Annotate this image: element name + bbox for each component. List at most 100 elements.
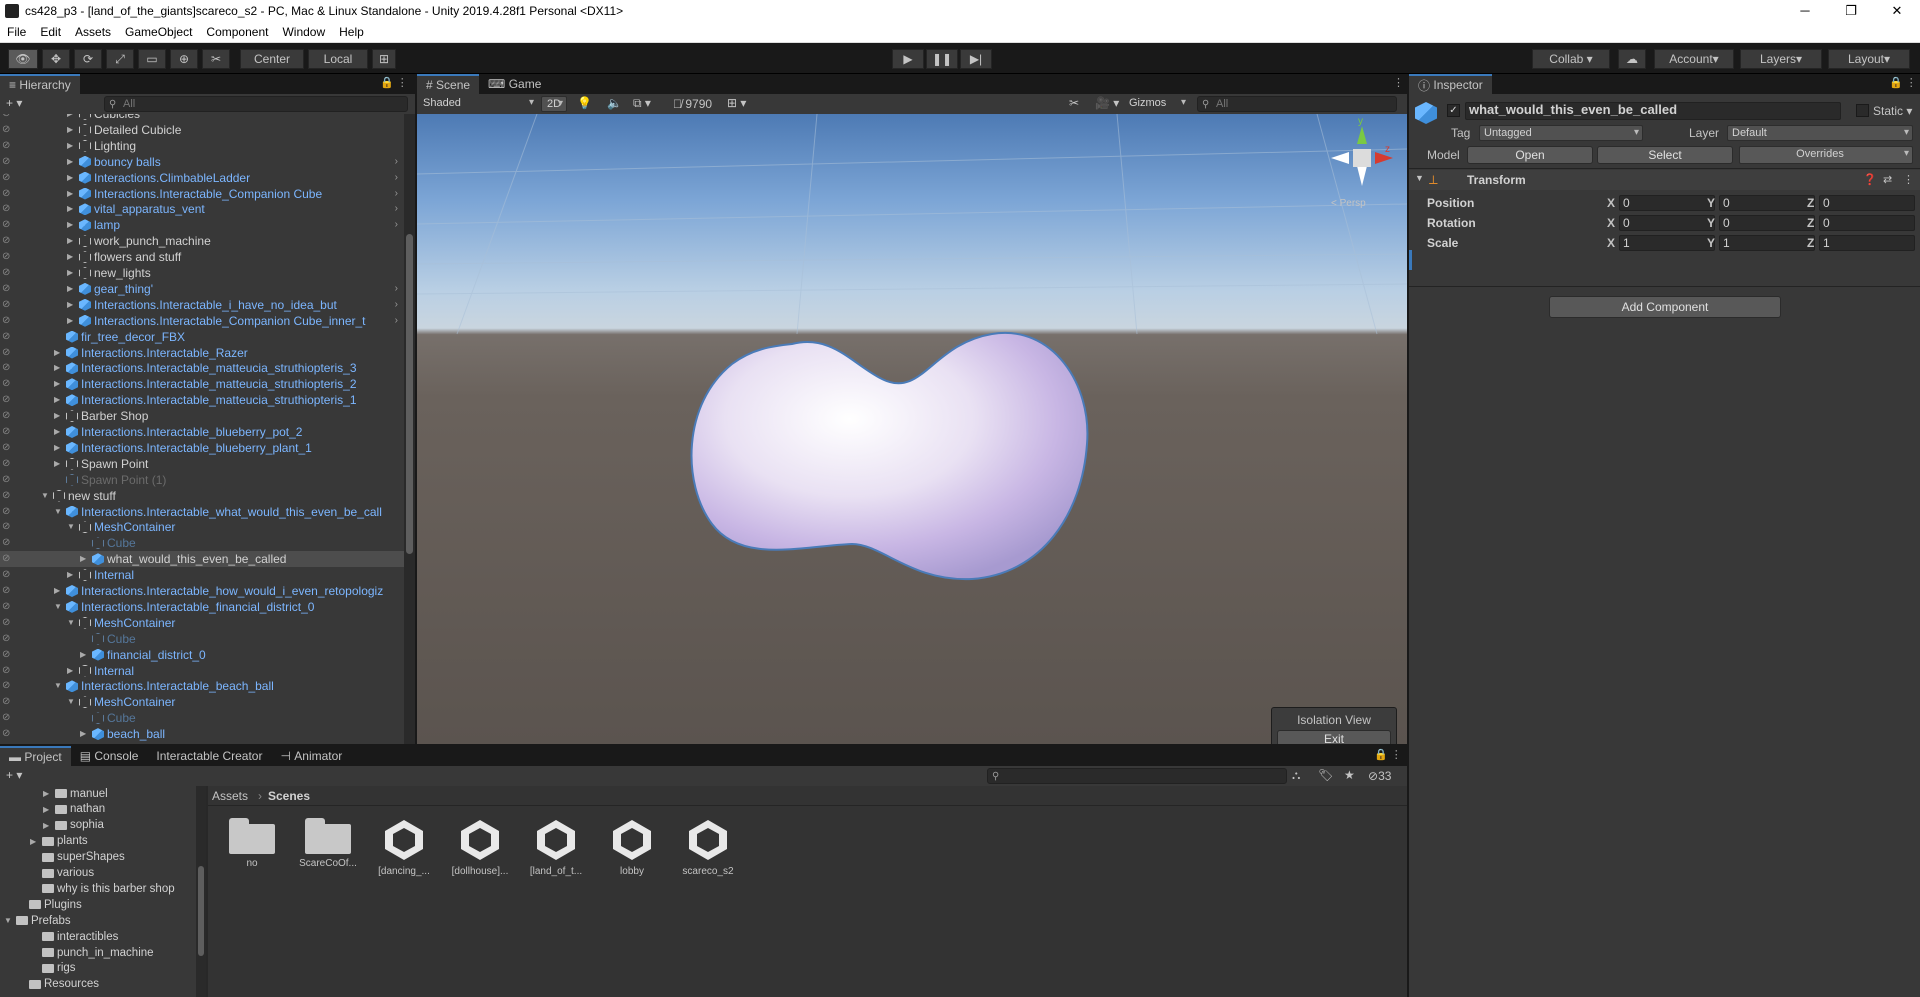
pivot-local-button[interactable]: Local <box>308 49 368 69</box>
lighting-toggle-icon[interactable]: 💡 <box>577 96 592 110</box>
enter-prefab-chevron-icon[interactable]: › <box>395 203 398 214</box>
folder-tree-item[interactable]: ▶ nathan <box>43 803 105 816</box>
perspective-label[interactable]: < Persp <box>1331 198 1366 209</box>
visibility-toggle-icon[interactable]: ⊘ <box>2 633 14 644</box>
visibility-toggle-icon[interactable]: ⊘ <box>2 696 14 707</box>
folder-tree-item[interactable]: Plugins <box>17 898 82 911</box>
favorite-icon[interactable]: ★ <box>1344 768 1355 782</box>
hierarchy-row[interactable]: ⊘ ▶ Interactions.Interactable_Companion Cu… <box>0 186 404 202</box>
enter-prefab-chevron-icon[interactable]: › <box>395 188 398 199</box>
enter-prefab-chevron-icon[interactable]: › <box>395 172 398 183</box>
tag-dropdown[interactable]: Untagged <box>1479 125 1643 141</box>
axis-z-label[interactable]: Z <box>1807 236 1814 250</box>
audio-toggle-icon[interactable]: 🔈 <box>607 96 622 110</box>
folder-tree-item[interactable]: rigs <box>30 962 76 975</box>
transform-position-z-field[interactable]: 0 <box>1819 195 1915 211</box>
hierarchy-row[interactable]: ⊘ ▶ Interactions.Interactable_Companion Cu… <box>0 313 404 329</box>
expanded-arrow-icon[interactable]: ▼ <box>67 522 77 531</box>
axis-x-label[interactable]: X <box>1607 216 1615 230</box>
shading-mode-dropdown[interactable]: Shaded <box>419 96 537 112</box>
expanded-arrow-icon[interactable]: ▼ <box>41 491 51 500</box>
collab-dropdown[interactable]: Collab ▾ <box>1532 49 1610 69</box>
asset-item[interactable]: lobby <box>602 816 662 877</box>
pause-button[interactable]: ❚❚ <box>926 49 958 69</box>
layers-dropdown[interactable]: Layers ▾ <box>1740 49 1822 69</box>
enter-prefab-chevron-icon[interactable]: › <box>395 299 398 310</box>
asset-item[interactable]: [dancing_... <box>374 816 434 877</box>
maximize-button[interactable]: ❐ <box>1828 0 1874 21</box>
camera-icon[interactable]: 🎥 ▾ <box>1095 96 1119 110</box>
visibility-toggle-icon[interactable]: ⊘ <box>2 728 14 739</box>
tab-hierarchy[interactable]: ≡ Hierarchy <box>0 74 80 94</box>
menu-assets[interactable]: Assets <box>68 25 118 39</box>
axis-y-label[interactable]: Y <box>1707 236 1715 250</box>
hierarchy-row[interactable]: ⊘ Cube <box>0 535 404 551</box>
visibility-toggle-icon[interactable]: ⊘ <box>2 553 14 564</box>
enter-prefab-chevron-icon[interactable]: › <box>395 219 398 230</box>
collapsed-arrow-icon[interactable]: ▶ <box>80 554 90 563</box>
gizmos-dropdown[interactable]: Gizmos <box>1125 96 1189 112</box>
hierarchy-search-input[interactable]: ⚲ All <box>104 96 408 112</box>
collapsed-arrow-icon[interactable]: ▶ <box>67 236 77 245</box>
collapsed-arrow-icon[interactable]: ▶ <box>54 379 64 388</box>
hierarchy-row[interactable]: ⊘ ▶ new_lights <box>0 265 404 281</box>
visibility-toggle-icon[interactable]: ⊘ <box>2 347 14 358</box>
transform-position-x-field[interactable]: 0 <box>1619 195 1715 211</box>
expanded-arrow-icon[interactable]: ▼ <box>54 602 64 611</box>
visibility-toggle-icon[interactable]: ⊘ <box>2 331 14 342</box>
tools-icon[interactable]: ✂ <box>1069 96 1079 110</box>
view-tool-button[interactable]: 👁 <box>8 49 38 69</box>
collapsed-arrow-icon[interactable]: ▶ <box>54 395 64 404</box>
hierarchy-row[interactable]: ⊘ ▶ Interactions.Interactable_matteucia_st… <box>0 392 404 408</box>
visibility-toggle-icon[interactable]: ⊘ <box>2 140 14 151</box>
tab-scene[interactable]: # Scene <box>417 74 480 94</box>
hidden-objects-counter[interactable]: 👁̸ 9790 <box>673 97 712 111</box>
tab-interactable-creator[interactable]: Interactable Creator <box>147 746 271 766</box>
hierarchy-row[interactable]: ⊘ ▼ Interactions.Interactable_what_would_t… <box>0 504 404 520</box>
visibility-toggle-icon[interactable]: ⊘ <box>2 665 14 676</box>
collapsed-arrow-icon[interactable]: ▶ <box>67 570 77 579</box>
preset-icon[interactable]: ⇄ <box>1883 173 1892 186</box>
selected-mesh-blob[interactable] <box>682 324 1102 604</box>
collapsed-arrow-icon[interactable]: ▶ <box>67 157 77 166</box>
axis-z-label[interactable]: Z <box>1807 216 1814 230</box>
visibility-toggle-icon[interactable]: ⊘ <box>2 299 14 310</box>
search-by-label-icon[interactable]: 🏷 <box>1318 768 1333 782</box>
scene-search-input[interactable]: ⚲ All <box>1197 96 1397 112</box>
static-dropdown[interactable]: Static ▾ <box>1873 104 1912 118</box>
visibility-toggle-icon[interactable]: ⊘ <box>2 617 14 628</box>
hierarchy-row[interactable]: ⊘ ▶ Interactions.Interactable_blueberry_po… <box>0 424 404 440</box>
folder-tree-item[interactable]: ▶ plants <box>30 835 88 848</box>
hierarchy-row[interactable]: ⊘ ▶ bouncy balls › <box>0 154 404 170</box>
asset-item[interactable]: scareco_s2 <box>678 816 738 877</box>
folder-tree-item[interactable]: ▼ Prefabs <box>4 914 71 927</box>
hierarchy-row[interactable]: ⊘ ▶ Cubicles <box>0 114 404 122</box>
collapsed-arrow-icon[interactable]: ▶ <box>67 284 77 293</box>
menu-file[interactable]: File <box>0 25 33 39</box>
visibility-toggle-icon[interactable]: ⊘ <box>2 172 14 183</box>
effects-toggle-icon[interactable]: ⧉ ▾ <box>633 96 651 111</box>
transform-rotation-x-field[interactable]: 0 <box>1619 215 1715 231</box>
lock-icon[interactable]: 🔒 ⋮ <box>380 76 408 89</box>
visibility-toggle-icon[interactable]: ⊘ <box>2 569 14 580</box>
close-button[interactable]: ✕ <box>1874 0 1920 21</box>
collapsed-arrow-icon[interactable]: ▶ <box>67 300 77 309</box>
rect-tool-button[interactable]: ▭ <box>138 49 166 69</box>
hierarchy-row[interactable]: ⊘ ▼ MeshContainer <box>0 615 404 631</box>
cloud-button[interactable]: ☁ <box>1618 49 1646 69</box>
collapsed-arrow-icon[interactable]: ▶ <box>67 204 77 213</box>
collapsed-arrow-icon[interactable]: ▶ <box>43 805 55 814</box>
move-tool-button[interactable]: ✥ <box>42 49 70 69</box>
folder-tree-scrollbar[interactable] <box>196 786 206 997</box>
collapsed-arrow-icon[interactable]: ▶ <box>43 789 55 798</box>
asset-item[interactable]: [land_of_t... <box>526 816 586 877</box>
step-button[interactable]: ▶| <box>960 49 992 69</box>
hierarchy-row[interactable]: ⊘ ▼ MeshContainer <box>0 694 404 710</box>
hierarchy-row[interactable]: ⊘ ▶ Interactions.Interactable_blueberry_pl… <box>0 440 404 456</box>
folder-tree-item[interactable]: why is this barber shop <box>30 882 175 895</box>
2d-toggle[interactable]: 2D <box>541 96 567 112</box>
hierarchy-scrollbar[interactable] <box>404 114 415 744</box>
minimize-button[interactable]: ─ <box>1782 0 1828 21</box>
enter-prefab-chevron-icon[interactable]: › <box>395 156 398 167</box>
hierarchy-row[interactable]: ⊘ fir_tree_decor_FBX <box>0 329 404 345</box>
